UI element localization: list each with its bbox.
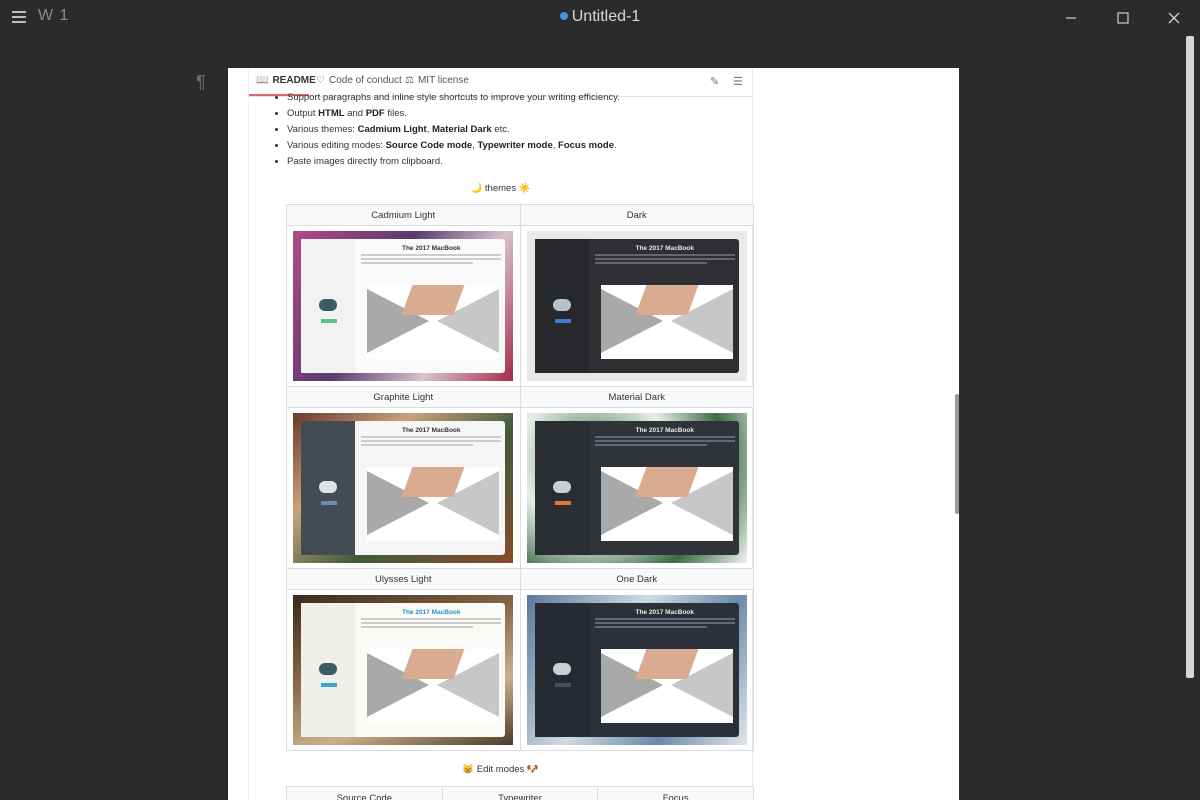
theme-name: Graphite Light (286, 386, 521, 408)
readme-card: 📖 README ♡ Code of conduct ⚖ MIT license ✎ … (248, 68, 754, 800)
themes-table: Cadmium Light Dark The 2017 MacBook The … (286, 204, 754, 751)
theme-screenshot-cell: The 2017 MacBook (286, 589, 521, 751)
ulysses-light-screenshot[interactable]: The 2017 MacBook (293, 595, 514, 745)
mode-name: Typewriter (441, 786, 599, 800)
shot-title: The 2017 MacBook (635, 609, 695, 616)
cadmium-light-screenshot[interactable]: The 2017 MacBook (293, 231, 514, 381)
close-button[interactable] (1148, 0, 1200, 36)
title-bar: W 1 Untitled-1 (0, 0, 1200, 36)
one-dark-screenshot[interactable]: The 2017 MacBook (526, 595, 747, 745)
feature-bold: PDF (365, 108, 385, 119)
shot-title: The 2017 MacBook (635, 245, 695, 252)
feature-text: and (344, 108, 366, 119)
list-item: Support paragraphs and inline style shor… (287, 90, 620, 106)
mode-name: Source Code (286, 786, 443, 800)
feature-text: . (614, 140, 617, 151)
theme-name: Material Dark (519, 386, 754, 408)
feature-text: Paste images directly from clipboard. (287, 156, 443, 167)
feature-list: Support paragraphs and inline style shor… (267, 90, 620, 170)
tab-code-of-conduct[interactable]: ♡ Code of conduct (316, 75, 402, 86)
theme-screenshot-cell: The 2017 MacBook (519, 407, 754, 569)
scale-icon: ⚖ (405, 75, 414, 86)
theme-name: One Dark (519, 568, 754, 590)
theme-screenshot-cell: The 2017 MacBook (519, 589, 754, 751)
list-item: Various themes: Cadmium Light, Material … (287, 122, 620, 138)
feature-bold: Source Code mode (385, 140, 473, 151)
tab-mit-label: MIT license (417, 75, 469, 86)
app-window: W 1 Untitled-1 ¶ 📖 README ♡ Code of conduc… (0, 0, 1200, 800)
dark-screenshot[interactable]: The 2017 MacBook (526, 231, 747, 381)
shot-title: The 2017 MacBook (635, 427, 695, 434)
window-scrollbar[interactable] (1186, 36, 1194, 678)
list-item: Various editing modes: Source Code mode,… (287, 138, 620, 154)
theme-name: Ulysses Light (286, 568, 521, 590)
document-page: 📖 README ♡ Code of conduct ⚖ MIT license ✎ … (228, 68, 959, 800)
tab-coc-label: Code of conduct (328, 75, 402, 86)
close-icon (1168, 12, 1180, 24)
feature-bold: Material Dark (432, 124, 492, 135)
edit-modes-caption: 😸 Edit modes 🐶 (462, 764, 539, 775)
tab-mit-license[interactable]: ⚖ MIT license (405, 75, 469, 86)
window-title: Untitled-1 (0, 8, 1200, 26)
heart-icon: ♡ (316, 75, 325, 86)
feature-text: Various editing modes: (287, 140, 386, 151)
book-icon: 📖 (256, 75, 269, 86)
unsaved-dot-icon (559, 11, 568, 20)
list-item: Paste images directly from clipboard. (287, 154, 620, 170)
feature-bold: Focus mode (558, 140, 614, 151)
feature-bold: HTML (318, 108, 345, 119)
theme-screenshot-cell: The 2017 MacBook (519, 225, 754, 387)
theme-name: Dark (519, 204, 754, 226)
pencil-icon[interactable]: ✎ (710, 75, 719, 88)
feature-text: Various themes: (287, 124, 358, 135)
minimize-button[interactable] (1045, 0, 1097, 36)
minimize-icon (1066, 17, 1076, 19)
list-icon[interactable]: ☰ (733, 75, 743, 88)
feature-bold: Cadmium Light (357, 124, 427, 135)
tab-readme-label: README (272, 75, 316, 86)
theme-screenshot-cell: The 2017 MacBook (286, 225, 521, 387)
feature-text: Support paragraphs and inline style shor… (287, 92, 620, 103)
document-scrollbar-thumb[interactable] (955, 394, 959, 514)
mode-name: Focus (597, 786, 754, 800)
theme-name: Cadmium Light (286, 204, 521, 226)
feature-text: etc. (491, 124, 510, 135)
shot-title: The 2017 MacBook (401, 245, 461, 252)
pilcrow-icon[interactable]: ¶ (196, 72, 206, 93)
maximize-icon (1117, 12, 1129, 24)
tab-readme[interactable]: 📖 README (256, 75, 316, 86)
shot-title: The 2017 MacBook (401, 427, 461, 434)
window-title-text: Untitled-1 (571, 8, 641, 25)
feature-text: files. (384, 108, 407, 119)
feature-text: Output (287, 108, 319, 119)
maximize-button[interactable] (1097, 0, 1149, 36)
graphite-light-screenshot[interactable]: The 2017 MacBook (293, 413, 514, 563)
edit-modes-table: Source Code Typewriter Focus (286, 786, 754, 800)
theme-screenshot-cell: The 2017 MacBook (286, 407, 521, 569)
list-item: Output HTML and PDF files. (287, 106, 620, 122)
themes-caption: 🌙 themes ☀️ (470, 183, 531, 194)
feature-bold: Typewriter mode (477, 140, 553, 151)
shot-title: The 2017 MacBook (401, 609, 461, 616)
material-dark-screenshot[interactable]: The 2017 MacBook (526, 413, 747, 563)
